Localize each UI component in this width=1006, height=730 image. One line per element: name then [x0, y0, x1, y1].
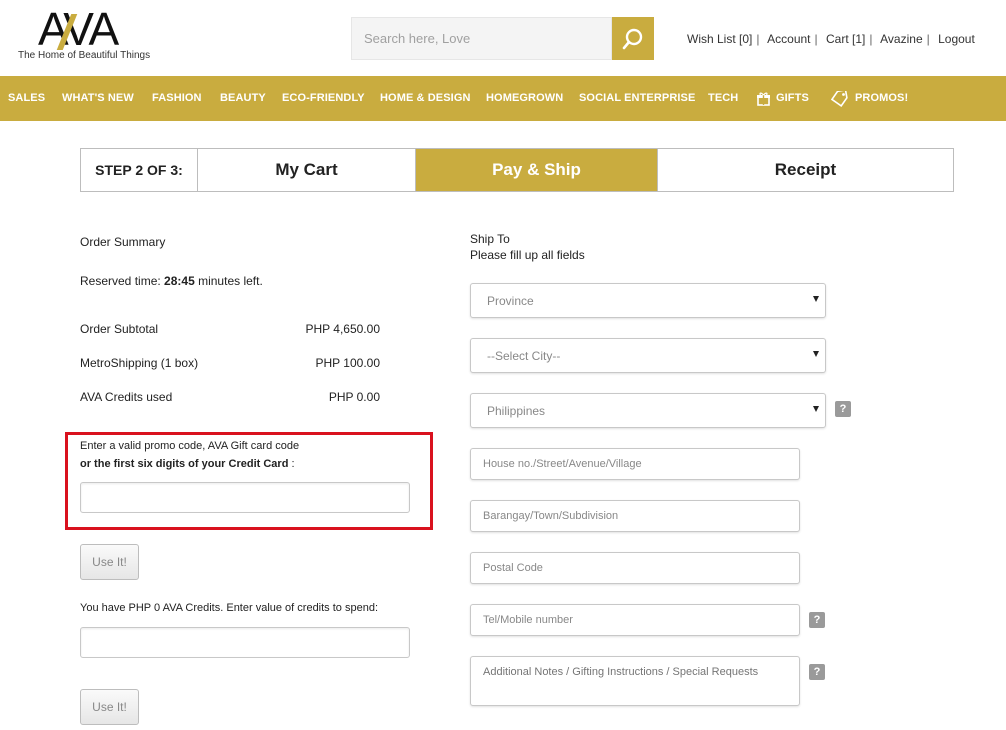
separator: | — [926, 32, 930, 46]
address-field[interactable]: House no./Street/Avenue/Village — [470, 448, 800, 480]
reserved-prefix: Reserved time: — [80, 274, 161, 288]
chevron-down-icon — [813, 406, 819, 412]
phone-help-icon[interactable]: ? — [809, 612, 825, 628]
search-input[interactable] — [351, 17, 612, 60]
nav-item-label: FASHION — [152, 92, 202, 104]
ship-to-title: Ship To — [470, 232, 510, 246]
separator: | — [814, 32, 818, 46]
logo-mark: AVA — [38, 3, 119, 55]
nav-item-sales[interactable]: SALES — [8, 76, 45, 121]
nav-item-label: WHAT'S NEW — [62, 92, 134, 104]
logo[interactable]: AVA The Home of Beautiful Things — [18, 6, 158, 66]
nav-item-tech[interactable]: TECH — [708, 76, 738, 121]
separator: | — [756, 32, 760, 46]
city-value: --Select City-- — [487, 348, 561, 363]
search-button[interactable] — [612, 17, 654, 60]
nav-item-whats-new[interactable]: WHAT'S NEW — [62, 76, 134, 121]
promo-instructions-colon: : — [288, 458, 295, 470]
step-my-cart[interactable]: My Cart — [198, 149, 416, 191]
city-select[interactable]: --Select City-- — [470, 338, 826, 373]
chevron-down-icon — [813, 351, 819, 357]
nav-item-label: ECO-FRIENDLY — [282, 92, 365, 104]
nav-item-label: GIFTS — [776, 92, 809, 104]
step-indicator: STEP 2 OF 3: — [81, 149, 198, 191]
nav-item-eco-friendly[interactable]: ECO-FRIENDLY — [282, 76, 365, 121]
logout-link[interactable]: Logout — [938, 32, 975, 46]
credits-instructions: You have PHP 0 AVA Credits. Enter value … — [80, 602, 378, 614]
chevron-down-icon — [813, 296, 819, 302]
step-pay-ship[interactable]: Pay & Ship — [416, 149, 658, 191]
notes-textarea[interactable] — [470, 656, 800, 706]
order-summary-title: Order Summary — [80, 235, 166, 249]
promo-instructions-2: or the first six digits of your Credit C… — [80, 458, 295, 470]
use-promo-button[interactable]: Use It! — [80, 544, 139, 580]
nav-item-label: PROMOS! — [855, 92, 909, 104]
shipping-label: MetroShipping (1 box) — [80, 356, 199, 370]
nav-item-label: SALES — [8, 92, 46, 104]
promo-instructions: Enter a valid promo code, AVA Gift card … — [80, 440, 300, 452]
phone-field[interactable]: Tel/Mobile number — [470, 604, 800, 636]
cart-link[interactable]: Cart [1] — [826, 32, 865, 46]
separator: | — [869, 32, 873, 46]
nav-item-label: SOCIAL ENTERPRISE — [579, 92, 696, 104]
nav-item-gifts[interactable]: GIFTS — [757, 76, 809, 121]
checkout-steps: STEP 2 OF 3: My Cart Pay & Ship Receipt — [80, 148, 954, 192]
country-help-icon[interactable]: ? — [835, 401, 851, 417]
nav-item-promos[interactable]: PROMOS! — [831, 76, 908, 121]
search-icon — [622, 28, 643, 49]
use-credits-button[interactable]: Use It! — [80, 689, 139, 725]
tag-icon — [831, 90, 848, 107]
nav-item-label: HOMEGROWN — [486, 92, 564, 104]
top-links: Wish List [0] | Account | Cart [1] | Avazin… — [687, 32, 975, 46]
search-bar — [351, 17, 654, 60]
reserved-time: Reserved time: 28:45 minutes left. — [80, 274, 263, 288]
reserved-suffix: minutes left. — [198, 274, 263, 288]
credits-used-amount: PHP 0.00 — [328, 390, 380, 404]
nav-item-home-design[interactable]: HOME & DESIGN — [380, 76, 471, 121]
nav-item-beauty[interactable]: BEAUTY — [220, 76, 266, 121]
barangay-field[interactable]: Barangay/Town/Subdivision — [470, 500, 800, 532]
promo-code-input[interactable] — [80, 482, 410, 513]
nav-item-homegrown[interactable]: HOMEGROWN — [486, 76, 563, 121]
credits-input[interactable] — [80, 627, 410, 658]
province-value: Province — [487, 293, 534, 308]
shipping-amount: PHP 100.00 — [315, 356, 381, 370]
subtotal-label: Order Subtotal — [80, 322, 159, 336]
country-select[interactable]: Philippines — [470, 393, 826, 428]
nav-item-fashion[interactable]: FASHION — [152, 76, 202, 121]
subtotal-amount: PHP 4,650.00 — [305, 322, 380, 336]
promo-instructions-bold: or the first six digits of your Credit C… — [80, 458, 289, 470]
step-receipt[interactable]: Receipt — [658, 149, 953, 191]
country-value: Philippines — [487, 403, 546, 418]
reserved-countdown: 28:45 — [164, 274, 195, 288]
postal-code-field[interactable]: Postal Code — [470, 552, 800, 584]
avazine-link[interactable]: Avazine — [880, 32, 922, 46]
credits-used-label: AVA Credits used — [80, 390, 173, 404]
logo-tagline: The Home of Beautiful Things — [18, 50, 151, 61]
main-nav: SALES WHAT'S NEW FASHION BEAUTY ECO-FRIE… — [0, 76, 1006, 121]
notes-help-icon[interactable]: ? — [809, 664, 825, 680]
wishlist-link[interactable]: Wish List [0] — [687, 32, 752, 46]
nav-item-label: BEAUTY — [220, 92, 266, 104]
nav-item-social-enterprise[interactable]: SOCIAL ENTERPRISE — [579, 76, 695, 121]
ship-to-subtitle: Please fill up all fields — [470, 248, 585, 262]
province-select[interactable]: Province — [470, 283, 826, 318]
site-header: AVA The Home of Beautiful Things Wish Li… — [0, 0, 1006, 76]
nav-item-label: HOME & DESIGN — [380, 92, 471, 104]
nav-item-label: TECH — [708, 92, 739, 104]
gift-icon — [757, 92, 770, 106]
account-link[interactable]: Account — [767, 32, 810, 46]
